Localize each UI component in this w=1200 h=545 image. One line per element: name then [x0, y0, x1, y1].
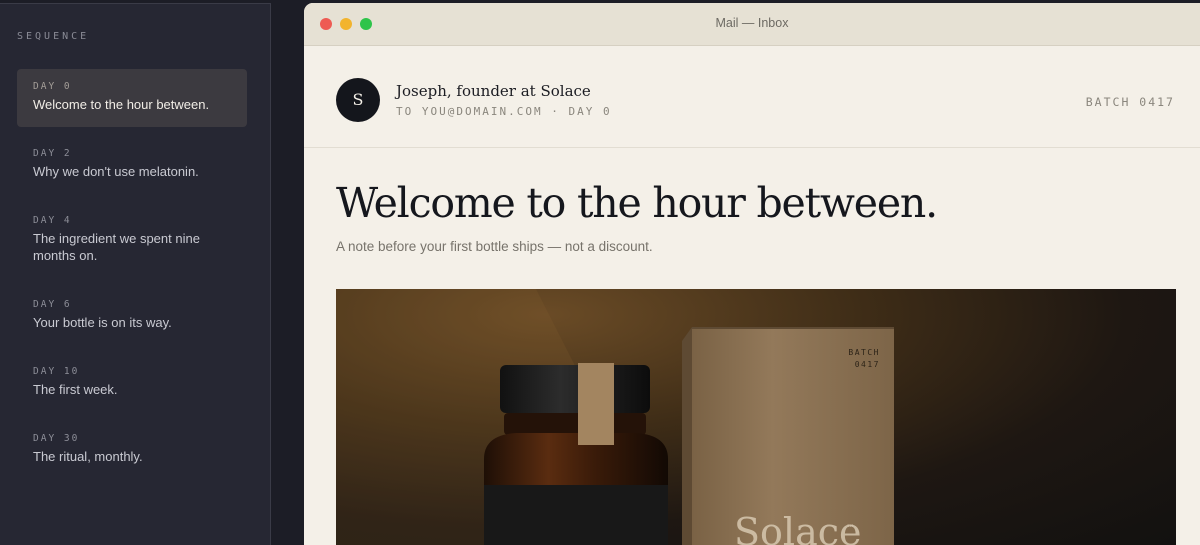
- sequence-item-day-30[interactable]: DAY 30 The ritual, monthly.: [17, 421, 247, 465]
- sequence-sidebar: SEQUENCE DAY 0 Welcome to the hour betwe…: [0, 3, 271, 545]
- sequence-item-day-10[interactable]: DAY 10 The first week.: [17, 354, 247, 398]
- sequence-item-title: Your bottle is on its way.: [33, 315, 172, 330]
- window-title: Mail — Inbox: [715, 16, 789, 30]
- box-batch-label: BATCH: [848, 348, 880, 357]
- sequence-item-title: Welcome to the hour between.: [33, 97, 210, 112]
- sequence-item-day: DAY 0: [33, 81, 72, 92]
- window-titlebar: Mail — Inbox: [304, 3, 1200, 46]
- sequence-item-day-4[interactable]: DAY 4 The ingredient we spent nine month…: [17, 203, 247, 264]
- avatar: S: [336, 78, 380, 122]
- email-headline: Welcome to the hour between.: [336, 179, 938, 227]
- sequence-item-day-2[interactable]: DAY 2 Why we don't use melatonin.: [17, 136, 247, 180]
- mail-window: Mail — Inbox S Joseph, founder at Solace…: [304, 3, 1200, 545]
- box-batch-number: 0417: [855, 360, 880, 369]
- hero-product-photo: BATCH 0417 Solace ™: [336, 289, 1176, 545]
- sequence-item-day-6[interactable]: DAY 6 Your bottle is on its way.: [17, 287, 247, 331]
- box-trademark: ™: [846, 524, 855, 534]
- sequence-item-title: The ingredient we spent nine months on.: [33, 231, 200, 263]
- kraft-box: BATCH 0417 Solace ™: [682, 327, 894, 545]
- box-brand: Solace: [734, 510, 862, 545]
- sequence-item-title: The ritual, monthly.: [33, 449, 143, 464]
- sequence-item-day: DAY 4: [33, 215, 72, 226]
- batch-label: BATCH 0417: [1085, 95, 1175, 109]
- sequence-item-title: Why we don't use melatonin.: [33, 164, 199, 179]
- sequence-item-title: The first week.: [33, 382, 118, 397]
- sender-name: Joseph, founder at Solace: [396, 82, 591, 100]
- email-subline: A note before your first bottle ships — …: [336, 239, 653, 254]
- sequence-item-day-0[interactable]: DAY 0 Welcome to the hour between.: [17, 69, 247, 127]
- sequence-item-day: DAY 30: [33, 433, 80, 444]
- amber-jar: [484, 363, 668, 545]
- email-header: S Joseph, founder at Solace TO YOU@DOMAI…: [304, 46, 1200, 148]
- sequence-item-day: DAY 10: [33, 366, 80, 377]
- sender-meta: TO YOU@DOMAIN.COM · DAY 0: [396, 105, 612, 118]
- sequence-item-day: DAY 2: [33, 148, 72, 159]
- sequence-heading: SEQUENCE: [17, 31, 90, 42]
- sequence-item-day: DAY 6: [33, 299, 72, 310]
- hero-illustration: BATCH 0417 Solace ™: [336, 289, 894, 545]
